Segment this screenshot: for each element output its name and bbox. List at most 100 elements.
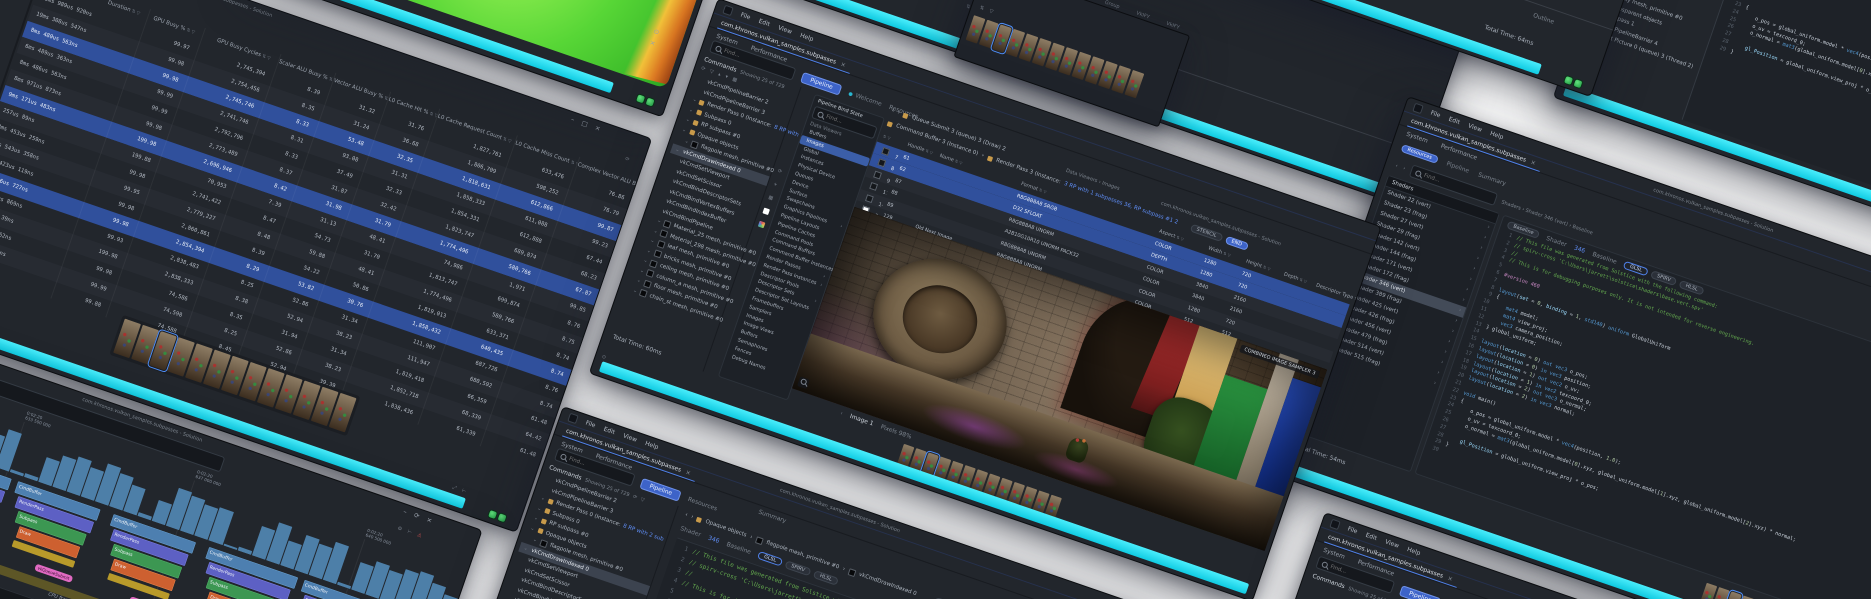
menu-item[interactable]: File (1430, 110, 1442, 120)
refresh-icon[interactable]: ⟳ (632, 493, 638, 500)
palette-icon[interactable] (757, 220, 766, 229)
tree-item-icon (544, 508, 551, 515)
resize-icon[interactable]: ⤢ (451, 485, 457, 492)
breadcrumb-draw[interactable]: vkCmdDrawIndexed 0 (858, 572, 917, 597)
nav-back-icon[interactable]: ‹ (684, 512, 688, 518)
twisty-icon (533, 515, 540, 522)
outline-label[interactable]: Outline (1532, 12, 1555, 26)
language-toggle[interactable]: HLSL (812, 570, 839, 586)
tab-close-icon[interactable]: × (1530, 159, 1537, 167)
tab-pipeline[interactable]: Pipeline (1446, 160, 1470, 174)
row-checkbox[interactable] (869, 181, 879, 191)
search-icon (1414, 169, 1423, 177)
white-square-icon[interactable] (762, 207, 770, 216)
minimize-button[interactable]: – (570, 115, 576, 124)
refresh-icon[interactable]: ⟳ (700, 66, 706, 73)
row-checkbox[interactable] (881, 146, 891, 156)
menu-item[interactable]: View (777, 24, 793, 35)
tab-close-icon[interactable]: × (1447, 575, 1454, 583)
filter-icon[interactable]: ▽ (709, 69, 715, 76)
queue-icon (902, 112, 910, 119)
pin-icon[interactable]: ⊙ (601, 354, 607, 361)
gear-icon[interactable]: ⚙ (397, 525, 403, 532)
menu-item[interactable]: Help (644, 440, 659, 451)
capture-buttons[interactable] (1564, 75, 1583, 89)
maximize-button[interactable]: □ (581, 119, 589, 129)
menu-item[interactable]: Edit (603, 426, 616, 436)
search-icon (816, 110, 825, 119)
refresh-icon[interactable]: ⟳ (777, 168, 783, 175)
tree-item-icon (653, 249, 663, 259)
menu-item[interactable]: Edit (758, 18, 771, 28)
nav-forward-icon[interactable]: › (897, 110, 901, 116)
grid-icon[interactable]: ▦ (768, 194, 774, 201)
app-icon (1412, 102, 1424, 115)
menu-item[interactable]: File (585, 420, 597, 430)
tree-item-icon (643, 279, 653, 289)
chevron-right-icon: › (1432, 380, 1437, 387)
menu-item[interactable]: View (1384, 538, 1400, 549)
record-button[interactable] (488, 510, 498, 519)
sort-row: ⇅ ▽ (979, 5, 994, 15)
grid-icon[interactable]: ▦ (731, 76, 737, 83)
refresh-icon[interactable]: ⟳ (413, 511, 421, 520)
menu-item[interactable]: View (622, 432, 638, 443)
close-button[interactable]: × (426, 516, 434, 525)
shader-id[interactable]: 346 (1573, 244, 1586, 254)
row-checkbox[interactable] (865, 193, 875, 203)
warning-icon[interactable]: ⚠ (416, 532, 422, 539)
nav-forward-icon[interactable]: › (690, 514, 694, 520)
capture-button[interactable] (645, 97, 655, 107)
opaque-icon (696, 516, 703, 523)
tab-close-icon[interactable]: × (685, 469, 692, 477)
tab-close-icon[interactable]: × (840, 61, 847, 69)
sort-icon[interactable]: ⇅ (979, 5, 985, 12)
chevron-right-icon: › (839, 223, 844, 230)
language-toggle[interactable]: SPIRV (784, 560, 812, 577)
magnifier-icon (799, 378, 808, 386)
capture-buttons[interactable] (636, 94, 655, 107)
minimize-button[interactable]: – (402, 507, 408, 516)
menu-item[interactable]: File (1347, 526, 1359, 536)
next-icon[interactable]: ▾ (724, 74, 728, 80)
menu-item[interactable]: Help (1489, 130, 1504, 141)
chevron-right-icon: › (1439, 359, 1444, 366)
menu-item[interactable]: File (740, 12, 752, 22)
nav-back-icon[interactable]: ‹ (891, 108, 895, 114)
capture-button[interactable] (497, 513, 507, 523)
capture-button[interactable] (1573, 79, 1583, 89)
filter-icon[interactable]: ▽ (989, 8, 995, 15)
chevron-right-icon: › (1479, 244, 1484, 252)
twisty-icon (692, 97, 698, 104)
menu-item[interactable]: Help (1406, 546, 1421, 557)
nav-back-icon[interactable]: ‹ (1395, 162, 1399, 168)
draw-icon (847, 567, 857, 577)
chevron-right-icon: › (813, 298, 818, 305)
capture-buttons[interactable] (488, 510, 507, 523)
menu-item[interactable]: Help (799, 32, 814, 43)
row-checkbox[interactable] (873, 170, 883, 180)
fit-icon[interactable]: ⊢ (407, 529, 413, 536)
record-button[interactable] (636, 94, 646, 104)
add-icon[interactable]: + (772, 181, 778, 188)
menu-item[interactable]: View (1467, 122, 1483, 133)
prev-image-icon[interactable]: ‹ (840, 410, 844, 416)
language-toggle[interactable]: GLSL (757, 550, 783, 567)
close-button[interactable]: × (594, 124, 602, 133)
tree-item-icon (659, 229, 669, 239)
refresh-icon[interactable]: ⟳ (624, 156, 630, 163)
chevron-right-icon: › (1443, 348, 1448, 356)
prev-icon[interactable]: ▴ (717, 71, 721, 77)
tree-item-icon (645, 269, 655, 279)
row-checkbox[interactable] (877, 158, 887, 168)
filter-icon[interactable]: ▽ (640, 496, 646, 503)
menu-item[interactable]: Edit (1365, 532, 1378, 542)
menu-item[interactable]: Edit (1448, 116, 1461, 126)
tree-item-icon (692, 119, 699, 126)
frame-filmstrip (965, 15, 1145, 99)
tree-item-icon (540, 518, 548, 525)
record-button[interactable] (1564, 75, 1573, 85)
fit-icon[interactable]: ⊢ (461, 488, 467, 495)
nav-forward-icon[interactable]: › (1402, 165, 1406, 171)
shader-id[interactable]: 346 (707, 534, 720, 544)
